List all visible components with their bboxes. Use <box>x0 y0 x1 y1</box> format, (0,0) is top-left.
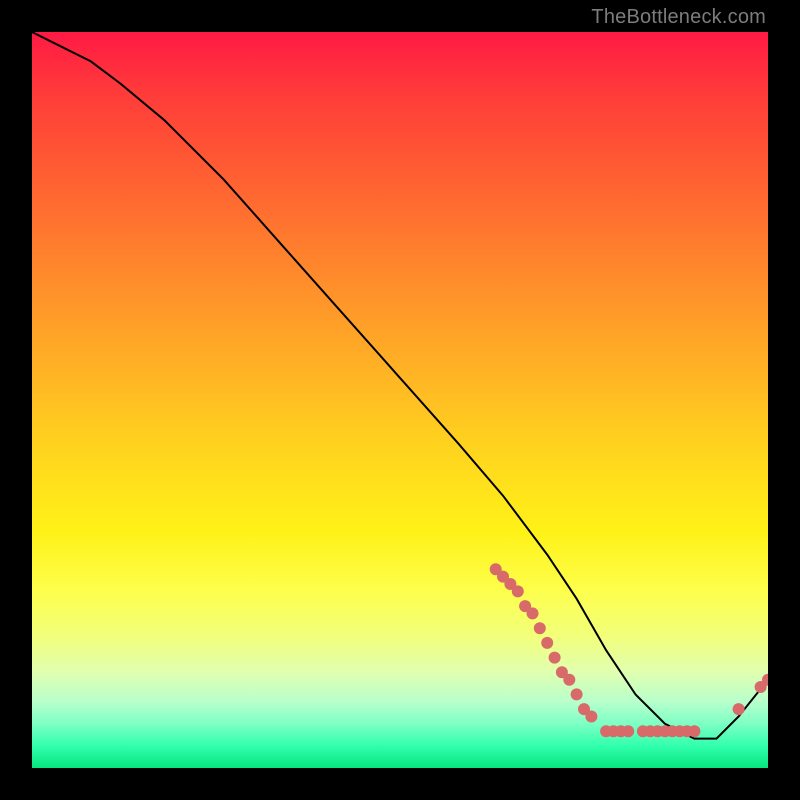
scatter-dots <box>490 563 768 737</box>
data-point <box>549 652 561 664</box>
data-point <box>585 711 597 723</box>
data-point <box>622 725 634 737</box>
data-point <box>541 637 553 649</box>
bottleneck-curve <box>32 32 768 739</box>
data-point <box>512 585 524 597</box>
chart-svg <box>32 32 768 768</box>
data-point <box>571 688 583 700</box>
data-point <box>563 674 575 686</box>
plot-area <box>32 32 768 768</box>
data-point <box>733 703 745 715</box>
data-point <box>688 725 700 737</box>
watermark-text: TheBottleneck.com <box>591 6 766 29</box>
data-point <box>527 607 539 619</box>
data-point <box>534 622 546 634</box>
chart-frame: TheBottleneck.com <box>0 0 800 800</box>
